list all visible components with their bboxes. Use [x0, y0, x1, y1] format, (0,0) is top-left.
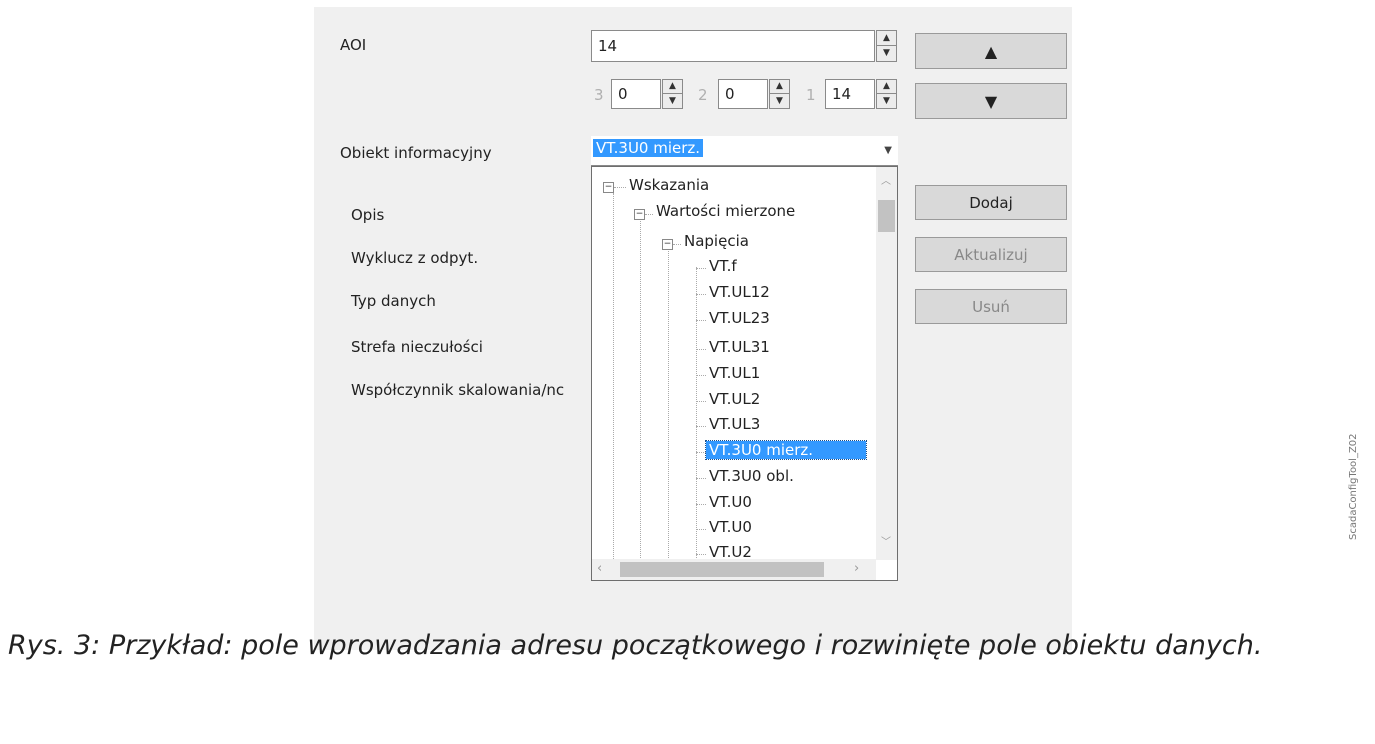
- tree-node-voltages[interactable]: Napięcia: [684, 232, 749, 250]
- spin-up-icon[interactable]: ▲: [876, 79, 897, 94]
- collapse-icon[interactable]: −: [634, 209, 645, 220]
- figure-caption: Rys. 3: Przykład: pole wprowadzania adre…: [8, 630, 1263, 661]
- aoi-label: AOI: [340, 36, 367, 54]
- info-object-label: Obiekt informacyjny: [340, 144, 492, 162]
- tree-connector: [696, 529, 706, 530]
- tree-connector: [696, 452, 706, 453]
- aoi-spinner[interactable]: ▲ ▼: [876, 30, 897, 62]
- sub-index-2-label: 2: [698, 86, 708, 104]
- update-button[interactable]: Aktualizuj: [915, 237, 1067, 272]
- collapse-icon[interactable]: −: [662, 239, 673, 250]
- tree-node-item[interactable]: VT.UL2: [709, 390, 760, 408]
- collapse-icon[interactable]: −: [603, 182, 614, 193]
- spin-down-icon[interactable]: ▼: [769, 94, 790, 109]
- tree-guide-line: [668, 251, 669, 564]
- tree-node-item[interactable]: VT.UL23: [709, 309, 770, 327]
- tree-node-item[interactable]: VT.UL3: [709, 415, 760, 433]
- aoi-input[interactable]: 14: [591, 30, 875, 62]
- tree-connector: [696, 349, 706, 350]
- tree-guide-line: [613, 193, 614, 563]
- exclude-label: Wyklucz z odpyt.: [351, 249, 479, 267]
- tree-guide-line: [640, 219, 641, 564]
- vertical-scrollbar[interactable]: ︿ ﹀: [876, 167, 897, 560]
- data-type-label: Typ danych: [351, 292, 436, 310]
- move-down-button[interactable]: ▼: [915, 83, 1067, 119]
- info-object-selected-value: VT.3U0 mierz.: [593, 139, 704, 157]
- info-object-dropdown[interactable]: VT.3U0 mierz. ▼: [591, 136, 898, 166]
- tree-node-item[interactable]: VT.UL12: [709, 283, 770, 301]
- sub-index-1-input[interactable]: 14: [825, 79, 875, 109]
- tree-node-item[interactable]: VT.U0: [709, 493, 752, 511]
- scroll-up-icon[interactable]: ︿: [881, 172, 891, 187]
- tree-node-item[interactable]: VT.3U0 obl.: [709, 467, 794, 485]
- spin-up-icon[interactable]: ▲: [662, 79, 683, 94]
- scrollbar-thumb[interactable]: [620, 562, 824, 577]
- sub-index-3-input[interactable]: 0: [611, 79, 661, 109]
- chevron-down-icon[interactable]: ▼: [884, 145, 892, 156]
- sub-index-3-label: 3: [594, 86, 604, 104]
- sub-index-2-spinner[interactable]: ▲ ▼: [769, 79, 790, 109]
- tree-node-item[interactable]: VT.UL1: [709, 364, 760, 382]
- info-object-tree[interactable]: − Wskazania − Wartości mierzone − Napięc…: [591, 166, 898, 581]
- scrollbar-thumb[interactable]: [878, 200, 895, 232]
- scroll-right-icon[interactable]: ›: [854, 561, 859, 576]
- tree-connector: [696, 426, 706, 427]
- scroll-left-icon[interactable]: ‹: [597, 561, 602, 576]
- sub-index-3-spinner[interactable]: ▲ ▼: [662, 79, 683, 109]
- spin-down-icon[interactable]: ▼: [876, 94, 897, 109]
- tree-connector: [696, 294, 706, 295]
- tree-connector: [673, 244, 681, 245]
- remove-button[interactable]: Usuń: [915, 289, 1067, 324]
- tree-connector: [696, 478, 706, 479]
- tree-node-item[interactable]: VT.f: [709, 257, 737, 275]
- spin-up-icon[interactable]: ▲: [769, 79, 790, 94]
- tree-connector: [696, 320, 706, 321]
- move-up-button[interactable]: ▲: [915, 33, 1067, 69]
- figure-id-label: ScadaConfigTool_Z02: [1348, 433, 1359, 540]
- add-button[interactable]: Dodaj: [915, 185, 1067, 220]
- deadband-label: Strefa nieczułości: [351, 338, 483, 356]
- spin-down-icon[interactable]: ▼: [876, 46, 897, 62]
- tree-node-item[interactable]: VT.3U0 mierz.: [705, 440, 867, 460]
- description-label: Opis: [351, 206, 385, 224]
- spin-down-icon[interactable]: ▼: [662, 94, 683, 109]
- spin-up-icon[interactable]: ▲: [876, 30, 897, 46]
- tree-node-item[interactable]: VT.U0: [709, 518, 752, 536]
- tree-connector: [696, 375, 706, 376]
- scaling-label: Współczynnik skalowania/nc: [351, 381, 565, 399]
- tree-connector: [696, 401, 706, 402]
- horizontal-scrollbar[interactable]: ‹ ›: [592, 559, 876, 580]
- sub-index-1-spinner[interactable]: ▲ ▼: [876, 79, 897, 109]
- tree-guide-line: [696, 267, 697, 564]
- sub-index-1-label: 1: [806, 86, 816, 104]
- tree-node-root[interactable]: Wskazania: [629, 176, 709, 194]
- tree-connector: [645, 214, 653, 215]
- scroll-down-icon[interactable]: ﹀: [881, 533, 891, 548]
- tree-connector: [696, 504, 706, 505]
- tree-connector: [614, 187, 626, 188]
- tree-node-item[interactable]: VT.UL31: [709, 338, 770, 356]
- tree-connector: [696, 554, 706, 555]
- tree-node-measured-values[interactable]: Wartości mierzone: [656, 202, 795, 220]
- sub-index-2-input[interactable]: 0: [718, 79, 768, 109]
- tree-connector: [696, 268, 706, 269]
